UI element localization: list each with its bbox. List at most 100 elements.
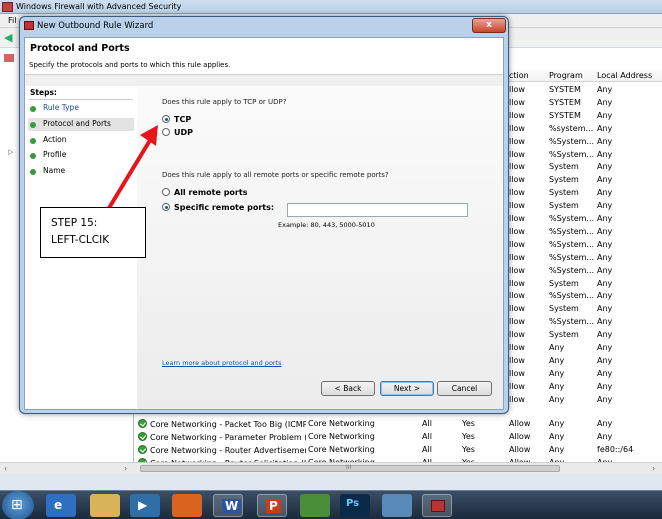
col-action[interactable]: ction [509, 71, 529, 80]
step-action: Action [28, 134, 134, 147]
cancel-button[interactable]: Cancel [437, 381, 492, 396]
all-remote-ports-label: All remote ports [174, 188, 248, 197]
explorer-folder-icon[interactable] [90, 494, 120, 517]
cell-enabled: Yes [462, 445, 475, 454]
photoshop-icon[interactable]: Ps [340, 494, 370, 517]
expand-caret-icon[interactable]: ▷ [8, 148, 13, 156]
scroll-left-arrow-icon[interactable]: ‹ [4, 464, 7, 473]
cell-program: System [549, 201, 579, 211]
step-label: Name [43, 166, 66, 175]
cell-action: Allow [509, 419, 531, 428]
cell-local-address: Any [597, 343, 613, 352]
cell-program: System [549, 162, 579, 172]
firewall-node-icon[interactable] [4, 54, 14, 62]
cell-local-address: Any [597, 432, 613, 441]
radio-selected-icon [162, 115, 170, 123]
step-dot-icon [30, 122, 36, 128]
ie-icon[interactable]: e [46, 494, 76, 517]
cell-action: llow [509, 304, 525, 314]
step-rule-type[interactable]: Rule Type [28, 102, 134, 115]
cell-program: %System... [549, 239, 595, 249]
col-program[interactable]: Program [549, 71, 583, 80]
cell-program: System [549, 330, 579, 340]
cell-local-address: Any [597, 149, 613, 159]
step-label: Profile [43, 150, 67, 159]
cell-action: llow [509, 355, 525, 365]
udp-label: UDP [174, 128, 193, 137]
udp-radio[interactable]: UDP [162, 128, 193, 137]
scroll-thumb[interactable]: III [140, 464, 560, 472]
cell-program: %System... [549, 265, 595, 275]
start-button-icon[interactable] [2, 491, 34, 519]
step-instruction: LEFT-CLCIK [51, 234, 110, 246]
all-remote-ports-radio[interactable]: All remote ports [162, 188, 247, 197]
cell-local-address: Any [597, 317, 613, 327]
cell-program: Any [549, 419, 565, 428]
cell-action: llow [509, 291, 525, 301]
wizard-content: Does this rule apply to TCP or UDP? TCP … [137, 86, 503, 409]
table-row[interactable]: Core Networking - Router Advertisement..… [134, 444, 662, 457]
snipping-tool-icon[interactable] [300, 494, 330, 517]
firewall-taskbar-icon[interactable] [422, 494, 452, 517]
back-arrow-icon[interactable]: ◀ [4, 32, 16, 44]
cell-name: Core Networking - Parameter Problem (I..… [138, 432, 306, 442]
horizontal-scrollbar[interactable]: ‹ › III › [0, 462, 662, 474]
back-button[interactable]: < Back [321, 381, 375, 396]
cell-program: %System... [549, 291, 595, 301]
taskbar: e ▶ W P Ps [0, 490, 662, 519]
powerpoint-icon[interactable]: P [257, 494, 287, 517]
cell-action: llow [509, 330, 525, 340]
word-icon[interactable]: W [213, 494, 243, 517]
step-dot-icon [30, 153, 36, 159]
cell-local-address: Any [597, 330, 613, 340]
cell-action: llow [509, 175, 525, 185]
menu-file[interactable]: Fil [8, 16, 16, 25]
table-row[interactable]: Core Networking - Packet Too Big (ICMP..… [134, 418, 662, 431]
app-title-bar: Windows Firewall with Advanced Security [0, 0, 662, 14]
remote-ports-input[interactable] [287, 203, 468, 217]
enabled-check-icon [138, 432, 147, 441]
wizard-icon [24, 21, 34, 30]
page-subheading: Specify the protocols and ports to which… [29, 61, 231, 69]
next-button[interactable]: Next > [380, 381, 434, 396]
cell-action: llow [509, 368, 525, 378]
cell-action: llow [509, 214, 525, 223]
steps-divider [29, 99, 133, 100]
scroll-right-arrow-icon[interactable]: › [124, 464, 127, 473]
firefox-icon[interactable] [172, 494, 202, 517]
cell-local-address: Any [597, 136, 613, 146]
cell-local-address: Any [597, 265, 613, 275]
cell-program: Any [549, 445, 565, 454]
scroll-grip: III [346, 464, 352, 471]
cell-program: Any [549, 355, 565, 365]
cell-name: Core Networking - Router Advertisement..… [138, 445, 306, 455]
cell-action: llow [509, 381, 525, 391]
cell-program: SYSTEM [549, 110, 581, 120]
cell-name: Core Networking - Packet Too Big (ICMP..… [138, 419, 306, 429]
cell-local-address: Any [597, 85, 613, 94]
cell-program: System [549, 304, 579, 314]
specific-remote-ports-radio[interactable]: Specific remote ports: [162, 203, 274, 212]
cell-local-address: Any [597, 278, 613, 288]
cell-program: System [549, 175, 579, 185]
table-row[interactable]: Core Networking - Parameter Problem (I..… [134, 431, 662, 444]
cell-profile: All [422, 432, 432, 441]
media-player-icon[interactable]: ▶ [130, 494, 160, 517]
step-protocol-and-ports[interactable]: Protocol and Ports [28, 118, 134, 131]
learn-more-link[interactable]: Learn more about protocol and ports [162, 359, 282, 367]
cell-profile: All [422, 445, 432, 454]
network-icon[interactable] [382, 494, 412, 517]
scroll-right-end-arrow-icon[interactable]: › [652, 464, 655, 473]
close-button[interactable]: x [472, 18, 506, 33]
cell-enabled: Yes [462, 419, 475, 428]
radio-empty-icon [162, 188, 170, 196]
tcp-radio[interactable]: TCP [162, 115, 191, 124]
dialog-header: Protocol and Ports Specify the protocols… [25, 38, 503, 75]
cell-program: %System... [549, 136, 595, 146]
cell-action: Allow [509, 432, 531, 441]
cell-local-address: Any [597, 291, 613, 301]
ports-example: Example: 80, 443, 5000-5010 [278, 221, 375, 229]
col-local-address[interactable]: Local Address [597, 71, 652, 80]
cell-action: llow [509, 343, 525, 352]
cell-local-address: Any [597, 381, 613, 391]
